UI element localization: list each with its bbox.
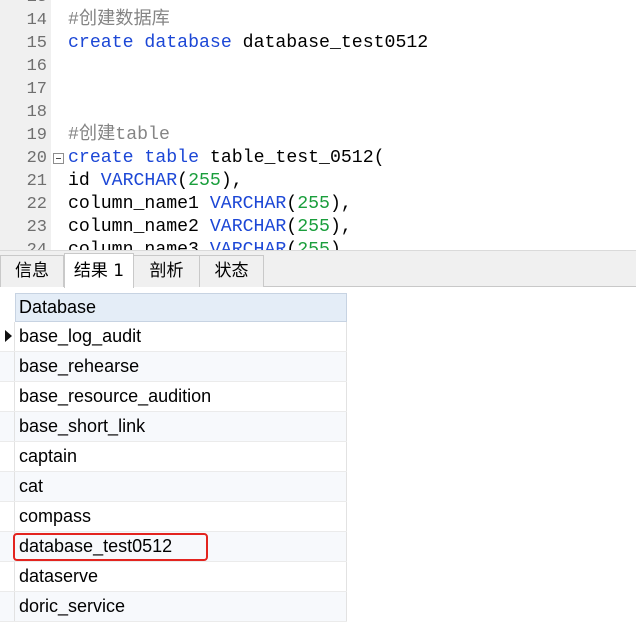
code-token: database_test0512 bbox=[231, 33, 429, 53]
editor-line[interactable]: 13 bbox=[0, 0, 636, 9]
code-token: ), bbox=[220, 171, 243, 191]
table-row[interactable]: cat bbox=[0, 472, 347, 502]
editor-line[interactable]: 17 bbox=[0, 78, 636, 101]
table-row[interactable]: compass bbox=[0, 502, 347, 532]
row-indicator bbox=[0, 412, 15, 441]
row-indicator bbox=[0, 472, 15, 501]
row-indicator bbox=[0, 562, 15, 591]
line-number: 20 bbox=[26, 149, 47, 168]
code-token: ( bbox=[286, 217, 298, 237]
line-number: 13 bbox=[0, 0, 47, 9]
code-token: ), bbox=[329, 217, 352, 237]
line-number: 15 bbox=[26, 34, 47, 53]
code-line-text[interactable]: column_name3 VARCHAR(255) bbox=[68, 239, 341, 250]
editor-line[interactable]: 21 id VARCHAR(255), bbox=[0, 170, 636, 193]
fold-collapse-icon[interactable] bbox=[53, 153, 64, 164]
line-number: 14 bbox=[26, 11, 47, 30]
table-cell[interactable]: cat bbox=[15, 472, 347, 501]
line-number: 17 bbox=[26, 80, 47, 99]
highlight-box bbox=[13, 533, 208, 561]
line-number: 21 bbox=[26, 172, 47, 191]
table-row[interactable]: base_rehearse bbox=[0, 352, 347, 382]
code-token: VARCHAR bbox=[100, 171, 178, 191]
row-indicator bbox=[0, 352, 15, 381]
table-row[interactable]: base_resource_audition bbox=[0, 382, 347, 412]
code-token: database bbox=[133, 33, 232, 53]
line-number: 24 bbox=[0, 239, 47, 250]
table-row[interactable]: base_log_audit bbox=[0, 322, 347, 352]
code-token: id bbox=[68, 171, 101, 191]
table-cell[interactable]: compass bbox=[15, 502, 347, 531]
tab-profile[interactable]: 剖析 bbox=[133, 255, 200, 287]
row-indicator bbox=[0, 442, 15, 471]
code-token: table bbox=[133, 148, 199, 168]
row-indicator bbox=[0, 382, 15, 411]
line-number: 18 bbox=[26, 103, 47, 122]
editor-line[interactable]: 19 #创建table bbox=[0, 124, 636, 147]
row-indicator bbox=[0, 592, 15, 621]
code-token: create bbox=[68, 33, 134, 53]
table-cell[interactable]: captain bbox=[15, 442, 347, 471]
table-row[interactable]: doric_service bbox=[0, 592, 347, 622]
row-indicator bbox=[0, 322, 15, 351]
table-row[interactable]: base_short_link bbox=[0, 412, 347, 442]
code-token: ), bbox=[329, 194, 352, 214]
editor-line[interactable]: 20 create table table_test_0512( bbox=[0, 147, 636, 170]
code-token: create bbox=[68, 148, 134, 168]
line-number: 16 bbox=[26, 57, 47, 76]
tab-status[interactable]: 状态 bbox=[199, 255, 264, 287]
code-token: table_test_0512( bbox=[199, 148, 385, 168]
line-number: 22 bbox=[26, 195, 47, 214]
table-cell[interactable]: doric_service bbox=[15, 592, 347, 621]
result-tab-bar: 信息 结果 1 剖析 状态 bbox=[0, 250, 636, 288]
result-grid[interactable]: Database base_log_audit base_rehearse base… bbox=[0, 293, 347, 623]
code-token: ( bbox=[286, 194, 298, 214]
editor-line[interactable]: 23 column_name2 VARCHAR(255), bbox=[0, 216, 636, 239]
code-line-text[interactable]: #创建数据库 bbox=[68, 9, 170, 32]
tab-result-1[interactable]: 结果 1 bbox=[64, 253, 134, 288]
line-number: 23 bbox=[26, 218, 47, 237]
row-pointer-icon bbox=[5, 330, 12, 342]
code-line-text[interactable]: create database database_test0512 bbox=[68, 32, 428, 55]
table-row[interactable]: captain bbox=[0, 442, 347, 472]
editor-line[interactable]: 18 bbox=[0, 101, 636, 124]
editor-line[interactable]: 24 column_name3 VARCHAR(255) bbox=[0, 239, 636, 250]
table-cell[interactable]: base_resource_audition bbox=[15, 382, 347, 411]
line-number: 19 bbox=[26, 126, 47, 145]
row-indicator bbox=[0, 502, 15, 531]
code-token: 255 bbox=[188, 171, 221, 191]
table-cell[interactable]: base_log_audit bbox=[15, 322, 347, 351]
editor-line[interactable]: 16 bbox=[0, 55, 636, 78]
code-token: #创建table bbox=[68, 125, 170, 145]
editor-lines[interactable]: 13 14 #创建数据库 15 create database database_tes… bbox=[0, 0, 636, 250]
code-token: VARCHAR bbox=[209, 240, 287, 250]
editor-line[interactable]: 14 #创建数据库 bbox=[0, 9, 636, 32]
code-token: 255 bbox=[297, 194, 330, 214]
code-token: column_name1 bbox=[68, 194, 210, 214]
sql-editor[interactable]: 13 14 #创建数据库 15 create database database_tes… bbox=[0, 0, 636, 250]
editor-line[interactable]: 22 column_name1 VARCHAR(255), bbox=[0, 193, 636, 216]
code-token: column_name2 bbox=[68, 217, 210, 237]
code-token: #创建数据库 bbox=[68, 10, 170, 30]
code-line-text[interactable]: create table table_test_0512( bbox=[68, 147, 385, 170]
table-cell[interactable]: dataserve bbox=[15, 562, 347, 591]
code-token: ( bbox=[177, 171, 189, 191]
grid-rows: base_log_audit base_rehearse base_resource… bbox=[0, 293, 347, 623]
code-line-text[interactable]: column_name2 VARCHAR(255), bbox=[68, 216, 352, 239]
code-token: column_name3 bbox=[68, 240, 210, 250]
table-cell[interactable]: base_short_link bbox=[15, 412, 347, 441]
tab-info[interactable]: 信息 bbox=[0, 255, 64, 287]
editor-line[interactable]: 15 create database database_test0512 bbox=[0, 32, 636, 55]
table-cell[interactable]: base_rehearse bbox=[15, 352, 347, 381]
code-token: 255 bbox=[297, 217, 330, 237]
code-token: VARCHAR bbox=[209, 194, 287, 214]
code-token: 255 bbox=[297, 240, 330, 250]
code-line-text[interactable]: id VARCHAR(255), bbox=[68, 170, 243, 193]
code-line-text[interactable]: #创建table bbox=[68, 124, 170, 147]
code-line-text[interactable]: column_name1 VARCHAR(255), bbox=[68, 193, 352, 216]
code-token: ) bbox=[329, 240, 341, 250]
table-row[interactable]: dataserve bbox=[0, 562, 347, 592]
code-token: VARCHAR bbox=[209, 217, 287, 237]
code-token: ( bbox=[286, 240, 298, 250]
